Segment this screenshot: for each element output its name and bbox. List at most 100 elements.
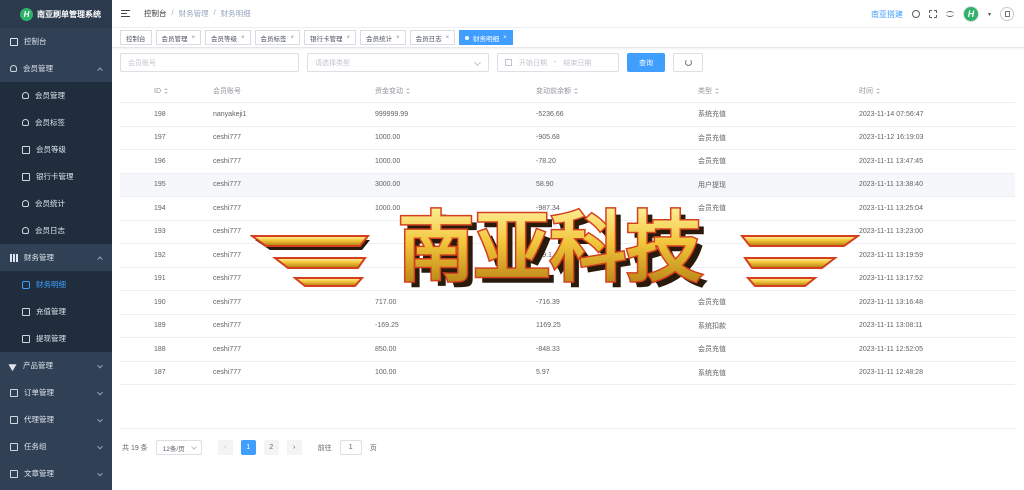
- sort-icon[interactable]: [574, 88, 578, 94]
- fullscreen-icon[interactable]: [928, 10, 937, 18]
- avatar[interactable]: H: [962, 6, 979, 22]
- table-cell: 2023-11-11 13:17:52: [859, 275, 923, 283]
- close-icon[interactable]: ×: [347, 35, 351, 41]
- column-header[interactable]: 变动前余额: [536, 86, 698, 96]
- table-cell: -78.20: [536, 157, 556, 165]
- column-header[interactable]: 类型: [698, 86, 859, 96]
- table-cell: ceshi777: [213, 322, 242, 330]
- column-header[interactable]: 时间: [859, 86, 1009, 96]
- page-size-select[interactable]: 12条/页: [155, 440, 202, 455]
- brand[interactable]: H 南亚刷单管理系统: [0, 0, 112, 28]
- account-input[interactable]: 会员账号: [120, 53, 299, 72]
- search-icon[interactable]: [911, 10, 920, 18]
- table-cell: 195: [154, 181, 166, 189]
- table-row[interactable]: 187 ceshi777 100.00 5.97 系统充值 2023-11-11 12:4…: [120, 362, 1015, 385]
- tag-item[interactable]: 会员标签 ×: [254, 30, 301, 45]
- tag-item[interactable]: 会员统计 ×: [360, 30, 406, 45]
- chevron-down-icon[interactable]: ▾: [988, 11, 991, 18]
- table-row[interactable]: 192 ceshi777 -39.1 2023-11-11 13:19:59: [120, 244, 1015, 268]
- tag-item[interactable]: 财务明细 ×: [459, 30, 513, 45]
- tag-label: 会员标签: [260, 35, 287, 43]
- sidebar-item[interactable]: 会员管理: [0, 82, 112, 109]
- sidebar-item-label: 会员日志: [35, 226, 65, 235]
- sidebar-item[interactable]: 提现管理: [0, 325, 112, 352]
- prev-page-button[interactable]: ‹: [217, 440, 233, 455]
- tag-item[interactable]: 会员日志 ×: [409, 30, 456, 45]
- table-row[interactable]: 191 ceshi777 2023-11-11 13:17:52: [120, 268, 1015, 291]
- sidebar-item[interactable]: 财务管理: [0, 244, 112, 271]
- date-separator: -: [554, 59, 557, 66]
- sidebar-item[interactable]: 会员管理: [0, 55, 112, 82]
- breadcrumb-item[interactable]: 控制台: [144, 8, 167, 19]
- search-button[interactable]: 查询: [627, 53, 665, 72]
- table-row[interactable]: 189 ceshi777 -169.25 1169.25 系统扣款 2023-11-11 …: [120, 315, 1015, 338]
- table-row[interactable]: 190 ceshi777 717.00 -716.39 会员充值 2023-11-11 1…: [120, 291, 1015, 315]
- sidebar-item[interactable]: 文章管理: [0, 460, 112, 487]
- tag-label: 会员统计: [366, 35, 393, 43]
- tag-item[interactable]: 控制台: [120, 30, 152, 45]
- close-icon[interactable]: ×: [446, 35, 450, 41]
- tag-label: 会员管理: [161, 35, 188, 43]
- page-button-2[interactable]: 2: [263, 440, 279, 455]
- close-icon[interactable]: ×: [503, 35, 507, 41]
- table-cell: 192: [154, 251, 166, 259]
- sidebar-submenu: 会员管理会员标签会员等级银行卡管理会员统计会员日志: [0, 82, 112, 244]
- close-icon[interactable]: ×: [241, 35, 245, 41]
- sidebar-item[interactable]: 订单管理: [0, 379, 112, 406]
- close-icon[interactable]: ×: [291, 35, 295, 41]
- tag-item[interactable]: 会员管理 ×: [155, 30, 202, 45]
- tag-item[interactable]: 会员等级 ×: [205, 30, 251, 45]
- settings-sliders-icon[interactable]: [945, 11, 954, 17]
- table-cell: 会员充值: [698, 158, 726, 166]
- table-cell: -905.68: [536, 134, 560, 142]
- sidebar-item[interactable]: 会员日志: [0, 217, 112, 244]
- sidebar-item[interactable]: 充值管理: [0, 298, 112, 325]
- table-row[interactable]: 188 ceshi777 850.00 -848.33 会员充值 2023-11-11 1…: [120, 338, 1015, 362]
- sort-icon[interactable]: [876, 88, 880, 94]
- column-header[interactable]: ID: [120, 87, 213, 95]
- hamburger-icon[interactable]: [121, 10, 130, 17]
- sort-icon[interactable]: [715, 88, 719, 94]
- sidebar-item-label: 会员标签: [35, 118, 65, 127]
- next-page-button[interactable]: ›: [286, 440, 302, 455]
- sidebar-submenu: 财务明细 充值管理 提现管理: [0, 271, 112, 352]
- sidebar-item[interactable]: 代理管理: [0, 406, 112, 433]
- table-row[interactable]: 196 ceshi777 1000.00 -78.20 会员充值 2023-11-11 1…: [120, 150, 1015, 174]
- finance-table: ID 会员账号 资金变动 变动前余额 类型 时间 198 nanyakeji1 999999.9…: [120, 80, 1015, 385]
- table-cell: 用户提现: [698, 181, 726, 189]
- sidebar-item[interactable]: 产品管理: [0, 352, 112, 379]
- close-icon[interactable]: ×: [396, 35, 400, 41]
- sidebar-item-label: 银行卡管理: [36, 172, 74, 181]
- table-cell: -987.34: [536, 204, 560, 212]
- sidebar-item[interactable]: 会员统计: [0, 190, 112, 217]
- calendar-icon: [505, 59, 512, 66]
- page-button-1[interactable]: 1: [240, 440, 256, 455]
- table-row[interactable]: 195 ceshi777 3000.00 58.90 用户提现 2023-11-11 13…: [120, 173, 1015, 197]
- tag-label: 会员日志: [415, 35, 442, 43]
- table-row[interactable]: 198 nanyakeji1 999999.99 -5236.66 系统充值 2023-1…: [120, 103, 1015, 127]
- table-cell: 2023-11-11 12:48:28: [859, 369, 923, 377]
- date-range-picker[interactable]: 开始日期 - 结束日期: [497, 53, 619, 72]
- type-select[interactable]: 请选择类型: [307, 53, 489, 72]
- trash-icon[interactable]: [1000, 7, 1014, 21]
- table-row[interactable]: 194 ceshi777 1000.00 -987.34 会员充值 2023-11-11 …: [120, 197, 1015, 221]
- close-icon[interactable]: ×: [192, 35, 196, 41]
- site-link[interactable]: 南亚搭建: [871, 9, 903, 20]
- refresh-button[interactable]: [673, 53, 703, 72]
- goto-page-input[interactable]: 1: [339, 440, 362, 455]
- sidebar-item[interactable]: 任务组: [0, 433, 112, 460]
- sort-icon[interactable]: [164, 87, 168, 94]
- table-row[interactable]: 197 ceshi777 1000.00 -905.68 会员充值 2023-11-12 …: [120, 127, 1015, 150]
- column-header[interactable]: 资金变动: [375, 86, 536, 96]
- sort-icon[interactable]: [406, 88, 410, 94]
- user-icon: [22, 227, 29, 234]
- sidebar-item[interactable]: 会员等级: [0, 136, 112, 163]
- table-cell: ceshi777: [213, 157, 242, 165]
- tag-item[interactable]: 银行卡管理 ×: [304, 30, 357, 45]
- goto-label: 前往: [317, 444, 332, 452]
- table-row[interactable]: 193 ceshi777 2023-11-11 13:23:00: [120, 221, 1015, 244]
- sidebar-item[interactable]: 财务明细: [0, 271, 112, 298]
- sidebar-item[interactable]: 银行卡管理: [0, 163, 112, 190]
- sidebar-item[interactable]: 控制台: [0, 28, 112, 55]
- sidebar-item[interactable]: 会员标签: [0, 109, 112, 136]
